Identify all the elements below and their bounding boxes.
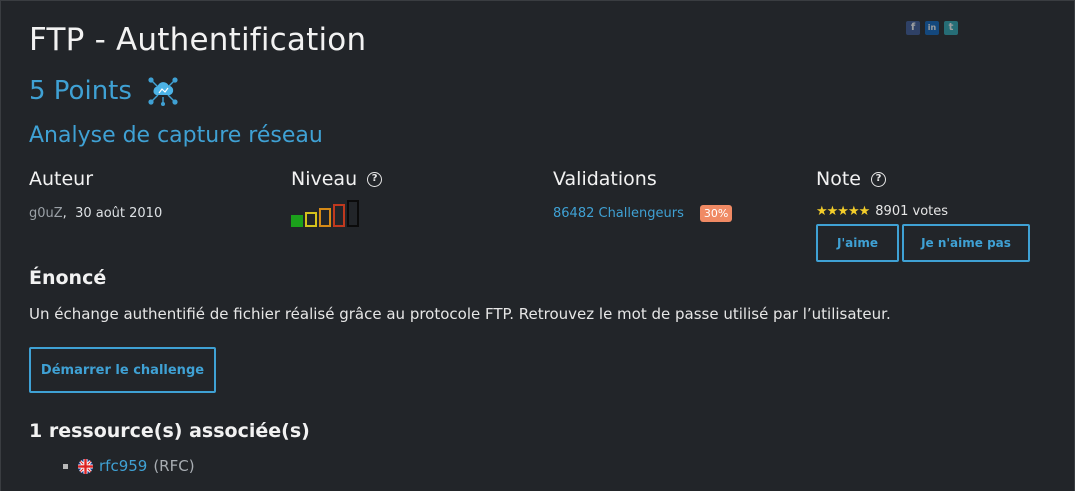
level-section: Niveau ? <box>291 168 383 227</box>
like-button[interactable]: J'aime <box>816 224 899 262</box>
star-rating-icon: ★★★★★ <box>816 204 870 219</box>
vote-count: 8901 votes <box>875 204 949 219</box>
note-heading: Note ? <box>816 168 1030 190</box>
author-heading-label: Auteur <box>29 168 94 190</box>
validations-section: Validations 86482 Challengeurs 30% <box>553 168 733 222</box>
network-cloud-icon <box>148 77 178 106</box>
author-line: g0uZ, 30 août 2010 <box>29 206 162 221</box>
validations-link[interactable]: 86482 Challengeurs <box>553 206 684 221</box>
share-bar: f in t <box>906 21 958 35</box>
facebook-icon[interactable]: f <box>906 21 920 35</box>
note-heading-label: Note <box>816 168 861 190</box>
resource-item: rfc959 (RFC) <box>63 457 195 475</box>
validation-percent-badge: 30% <box>699 205 733 222</box>
difficulty-bar-4 <box>333 204 345 227</box>
start-challenge-button[interactable]: Démarrer le challenge <box>29 347 216 393</box>
difficulty-meter <box>291 200 382 227</box>
difficulty-bar-5 <box>347 200 359 227</box>
page-title: FTP - Authentification <box>29 22 367 58</box>
difficulty-bar-1 <box>291 215 303 227</box>
uk-flag-icon <box>78 458 93 474</box>
author-name[interactable]: g0uZ <box>29 206 63 221</box>
rating-line: ★★★★★ 8901 votes <box>816 204 1030 219</box>
difficulty-bar-2 <box>305 212 317 227</box>
points-label: 5 Points <box>29 76 132 106</box>
validations-heading-label: Validations <box>553 168 657 190</box>
level-heading: Niveau ? <box>291 168 383 190</box>
statement-text: Un échange authentifié de fichier réalis… <box>29 305 891 323</box>
vote-buttons: J'aime Je n'aime pas <box>816 224 1030 262</box>
author-date-sep: , <box>62 206 67 221</box>
challenge-points: 5 Points <box>29 76 180 106</box>
note-help-icon[interactable]: ? <box>870 171 886 187</box>
difficulty-bar-3 <box>319 208 331 227</box>
bullet-icon <box>63 463 68 469</box>
note-section: Note ? ★★★★★ 8901 votes J'aime Je n'aime… <box>816 168 1030 262</box>
dislike-button[interactable]: Je n'aime pas <box>902 224 1030 262</box>
validations-line: 86482 Challengeurs 30% <box>553 205 733 222</box>
level-help-icon[interactable]: ? <box>367 171 383 187</box>
resource-link[interactable]: rfc959 <box>99 457 147 475</box>
statement-heading: Énoncé <box>29 267 107 289</box>
author-date: 30 août 2010 <box>75 206 163 221</box>
challenge-category[interactable]: Analyse de capture réseau <box>29 123 323 148</box>
author-section: Auteur g0uZ, 30 août 2010 <box>29 168 162 221</box>
twitter-icon[interactable]: t <box>944 21 958 35</box>
author-heading: Auteur <box>29 168 162 190</box>
resources-heading: 1 ressource(s) associée(s) <box>29 420 310 442</box>
linkedin-icon[interactable]: in <box>925 21 939 35</box>
level-heading-label: Niveau <box>291 168 358 190</box>
resource-type: (RFC) <box>153 457 195 475</box>
validations-heading: Validations <box>553 168 732 190</box>
